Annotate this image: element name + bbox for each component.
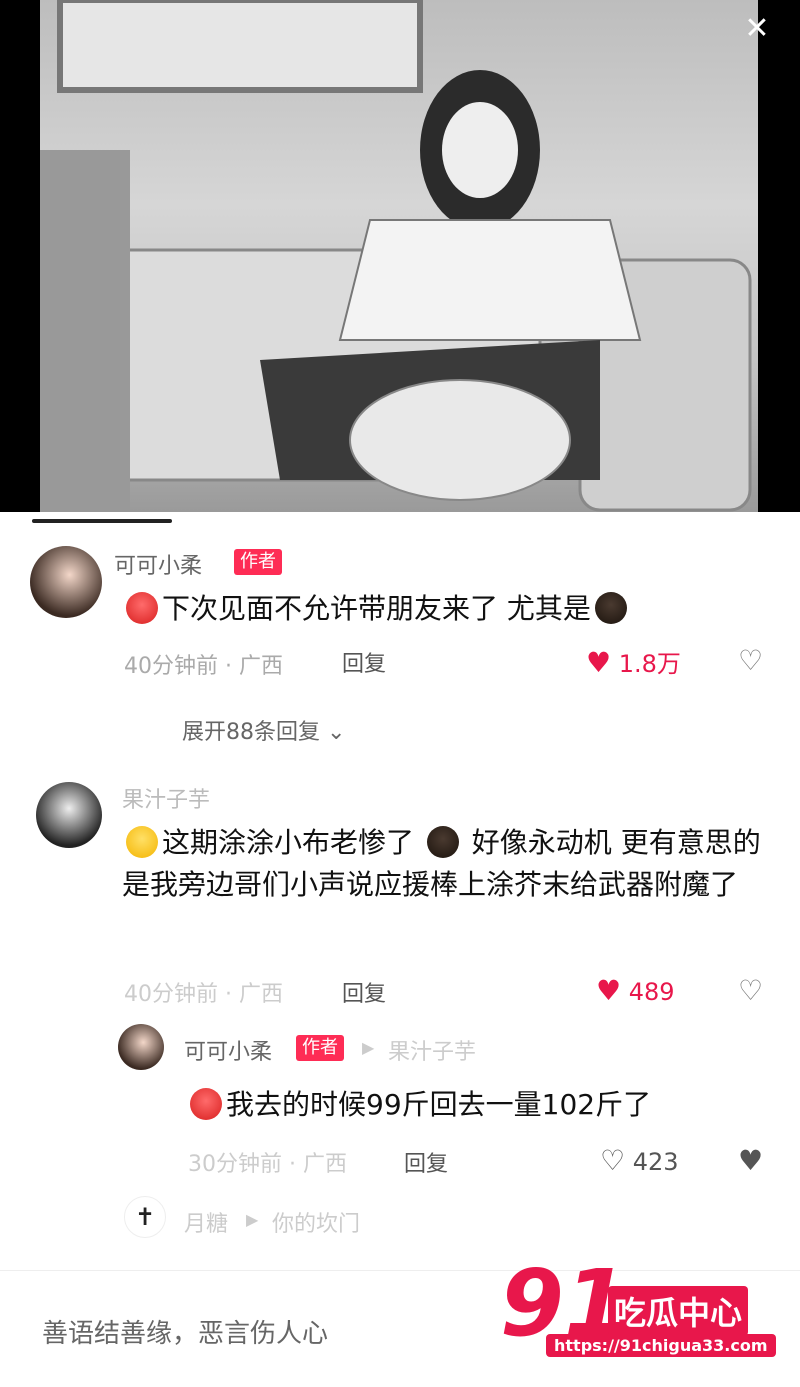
reply-button[interactable]: 回复 [342,646,386,678]
reply-arrow-icon: ▶ [246,1210,259,1229]
comment-username[interactable]: 月糖 [184,1206,228,1238]
expand-replies-button[interactable]: 展开88条回复 ⌄ [182,714,345,746]
avatar[interactable] [36,782,102,848]
close-icon[interactable]: ✕ [742,14,772,44]
chevron-down-icon: ⌄ [327,720,346,745]
avatar[interactable] [30,546,102,618]
comment-username[interactable]: 可可小柔 [114,548,202,580]
comment-input[interactable]: 善语结善缘，恶言伤人心 [42,1313,328,1350]
like-button[interactable]: ♥ 1.8万 [586,644,681,679]
reply-to-username[interactable]: 果汁子芋 [388,1034,476,1066]
reply-arrow-icon: ▶ [362,1038,375,1057]
avatar[interactable] [118,1024,164,1070]
heart-filled-icon: ♥ [596,974,622,1007]
watermark-title: 吃瓜中心 [608,1286,749,1336]
comment-username[interactable]: 可可小柔 [184,1034,272,1066]
comment-text: 这期涂涂小布老惨了 好像永动机 更有意思的是我旁边哥们小声说应援棒上涂芥末给武器… [122,826,761,901]
heart-outline-icon: ♡ [600,1144,626,1177]
angry-emoji-icon [126,592,158,624]
like-button[interactable]: ♥ 489 [596,974,675,1007]
reply-button[interactable]: 回复 [342,976,386,1008]
angry-emoji-icon [190,1088,222,1120]
comment-text: 下次见面不允许带朋友来了 尤其是 [122,588,631,630]
sketch-illustration [40,0,758,512]
comment-meta: 30分钟前 · 广西 [188,1152,347,1177]
post-image[interactable]: ✕ [0,0,800,512]
comment-username[interactable]: 果汁子芋 [122,782,210,814]
tab-indicator [32,519,172,523]
heart-filled-icon: ♥ [586,646,612,679]
watermark-logo: 91 吃瓜中心 https://91chigua33.com [500,1256,780,1366]
cross-figure-icon: ✝ [134,1203,156,1231]
author-badge: 作者 [296,1035,344,1061]
dislike-icon[interactable]: ♡ [738,974,763,1007]
laughing-emoji-icon [126,826,158,858]
comment-meta: 40分钟前 · 广西 [124,654,283,679]
dark-face-emoji-icon [426,826,459,858]
dark-face-emoji-icon [594,592,627,624]
watermark-url: https://91chigua33.com [546,1334,776,1357]
reply-button[interactable]: 回复 [404,1146,448,1178]
avatar[interactable]: ✝ [124,1196,166,1238]
comment-meta: 40分钟前 · 广西 [124,982,283,1007]
reply-to-username[interactable]: 你的坎门 [272,1206,360,1238]
comment-text: 我去的时候99斤回去一量102斤了 [186,1084,651,1126]
author-badge: 作者 [234,549,282,575]
dislike-icon[interactable]: ♥ [738,1144,763,1177]
dislike-icon[interactable]: ♡ [738,644,763,677]
like-button[interactable]: ♡ 423 [600,1144,679,1177]
